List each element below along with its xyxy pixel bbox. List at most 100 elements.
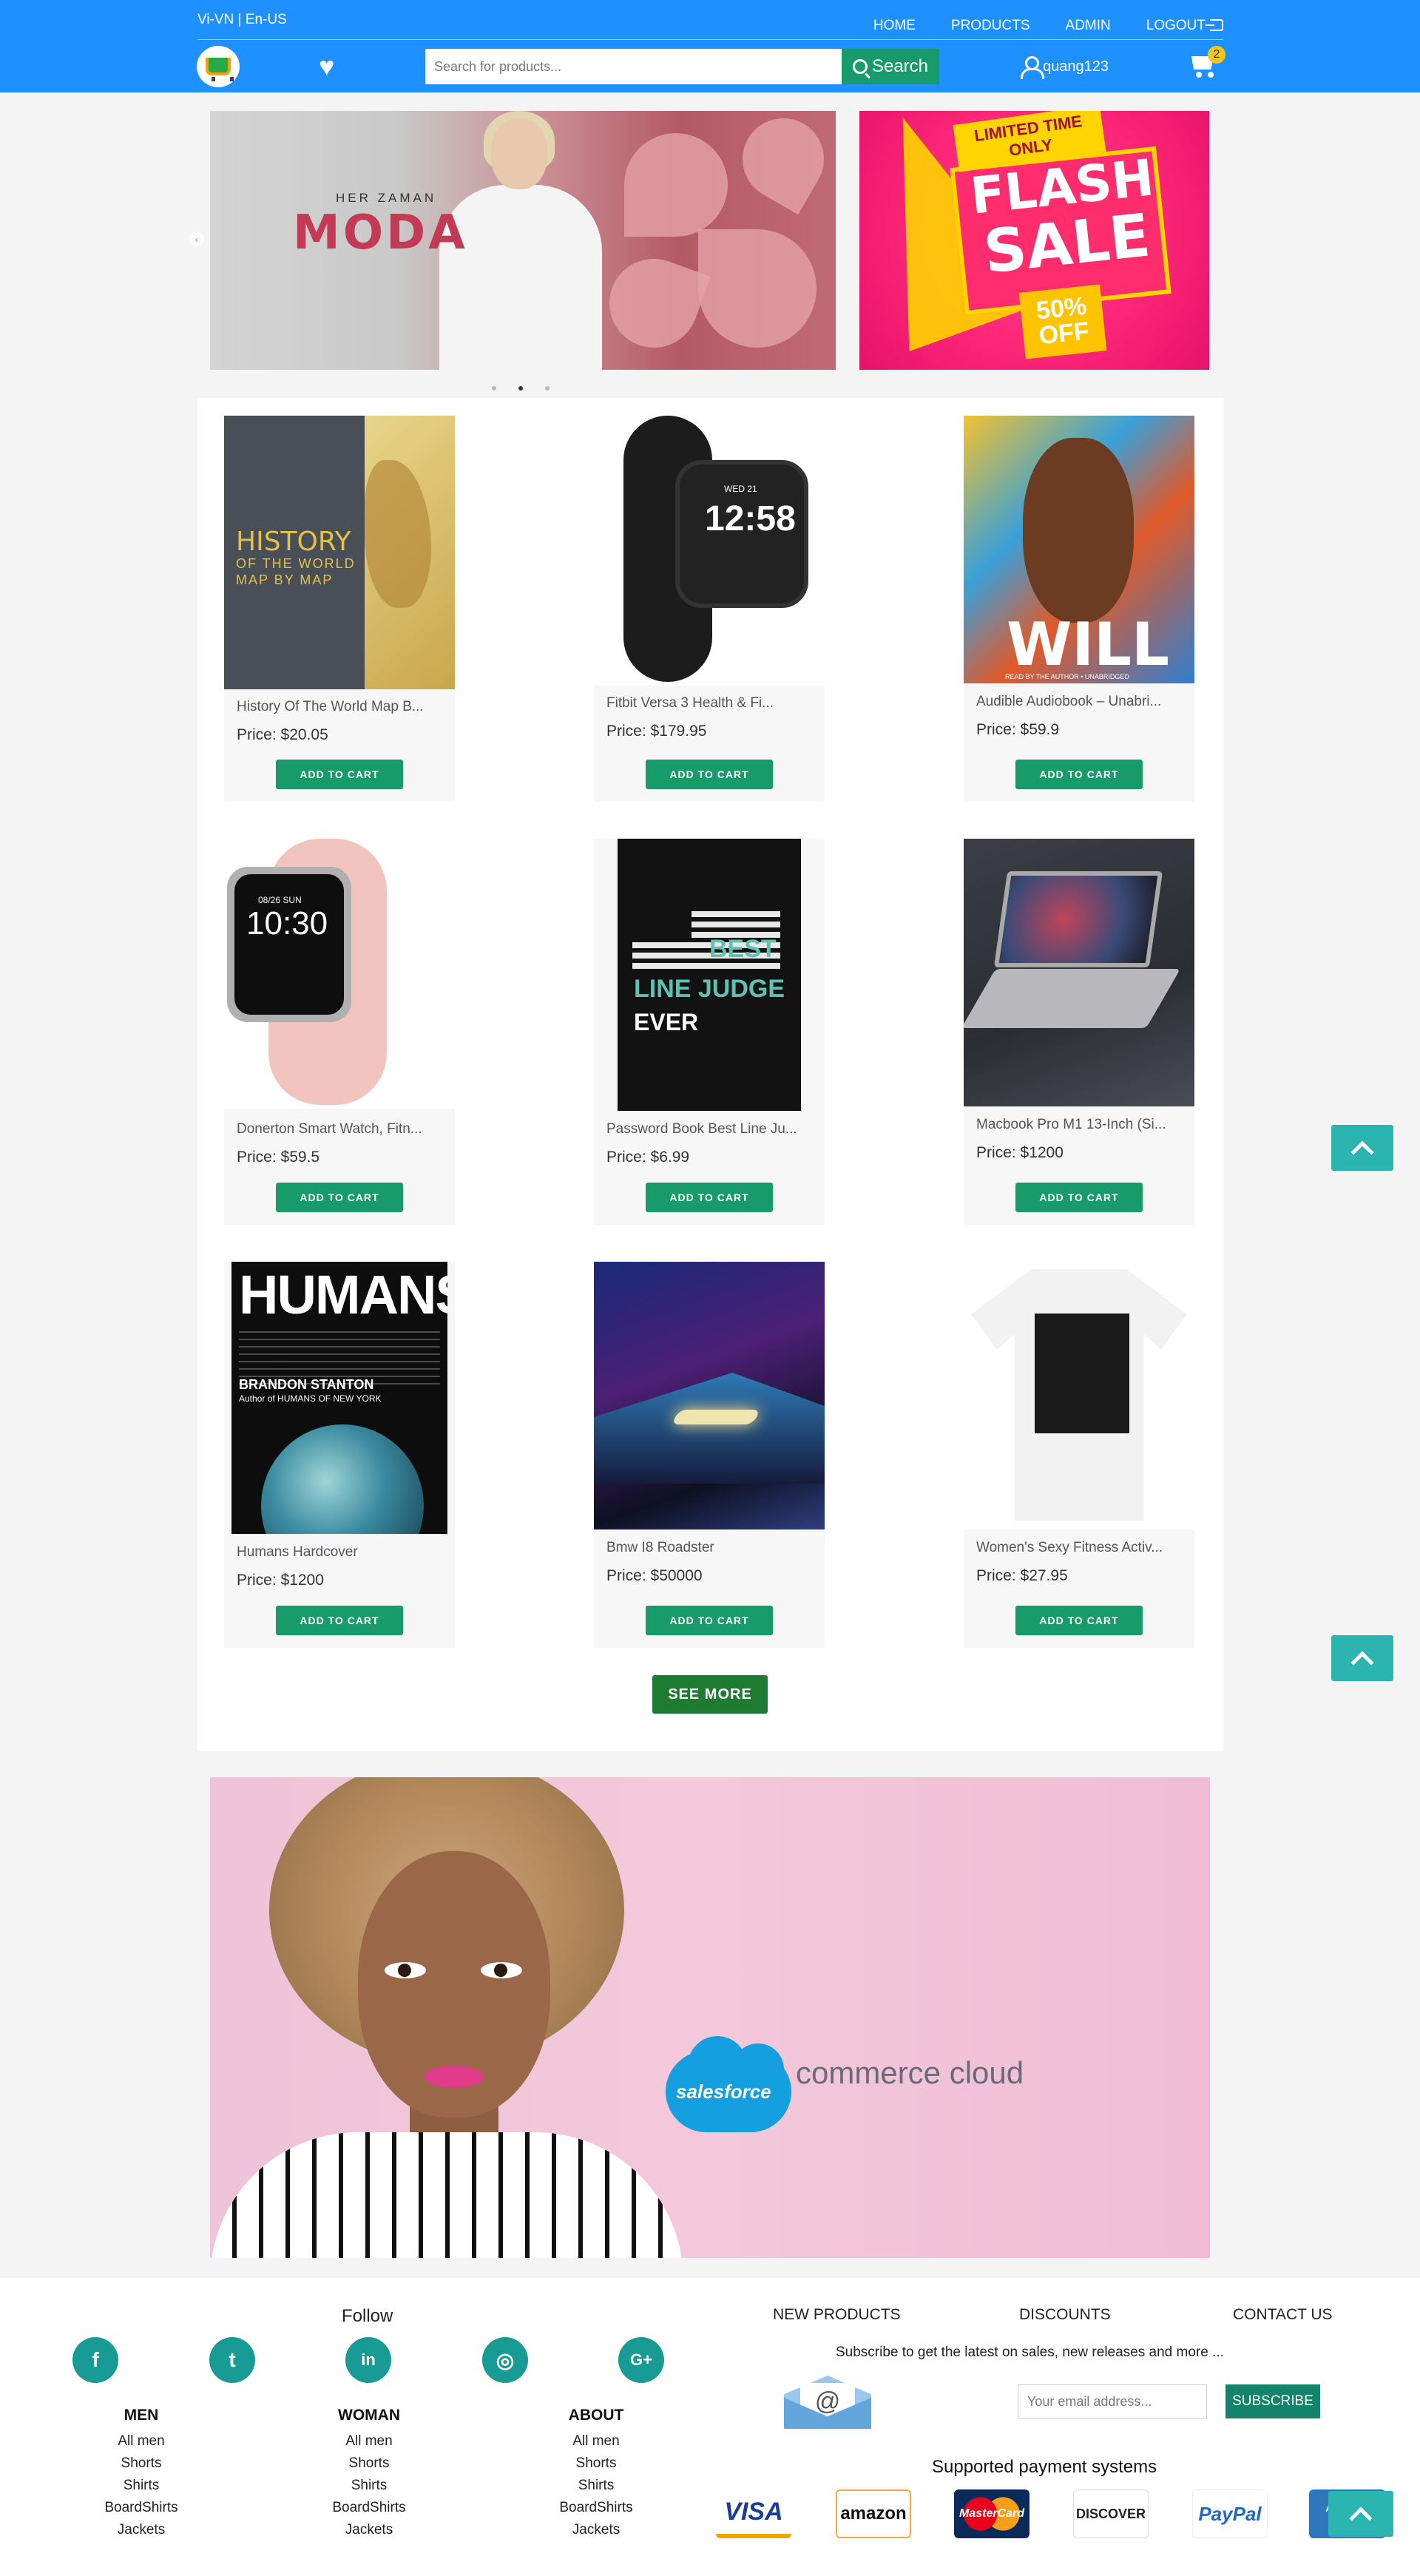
cart-button[interactable]: 2 <box>1189 46 1225 78</box>
add-to-cart-button[interactable]: ADD TO CART <box>646 1183 773 1212</box>
book-subtitle: Author of HUMANS OF NEW YORK <box>239 1393 382 1404</box>
product-image[interactable]: HUMANS BRANDON STANTON Author of HUMANS … <box>231 1262 447 1534</box>
scroll-to-top-button[interactable] <box>1331 1635 1393 1681</box>
product-image[interactable]: HISTORY OF THE WORLD MAP BY MAP <box>224 416 455 689</box>
search-button[interactable]: Search <box>842 49 939 84</box>
product-card[interactable]: 08/26 SUN 10:30 Donerton Smart Watch, Fi… <box>224 839 455 1225</box>
add-to-cart-button[interactable]: ADD TO CART <box>276 1606 403 1635</box>
add-to-cart-button[interactable]: ADD TO CART <box>1015 1183 1143 1212</box>
footer-col-woman: All men Shorts Shirts BoardShirts Jacket… <box>302 2430 436 2541</box>
footer-link[interactable]: All men <box>75 2430 208 2452</box>
watch-time: 12:58 <box>705 499 796 538</box>
slider-dot-active[interactable] <box>518 386 523 391</box>
product-image[interactable]: 08/26 SUN 10:30 <box>224 839 455 1109</box>
footer-link[interactable]: Shorts <box>530 2452 663 2475</box>
username: quang123 <box>1043 58 1109 75</box>
product-image[interactable]: WED 21 12:58 <box>594 416 825 686</box>
footer-nav-contact-us[interactable]: CONTACT US <box>1233 2306 1333 2324</box>
hero-banner[interactable]: HER ZAMAN MODA <box>210 111 836 370</box>
shopping-cart-logo[interactable] <box>197 46 240 87</box>
nav-logout[interactable]: LOGOUT <box>1146 18 1223 34</box>
product-card[interactable]: HUMANS BRANDON STANTON Author of HUMANS … <box>224 1262 455 1648</box>
add-to-cart-button[interactable]: ADD TO CART <box>276 760 403 789</box>
see-more-button[interactable]: SEE MORE <box>652 1675 768 1714</box>
product-card[interactable]: WILL READ BY THE AUTHOR • UNABRIDGED Aud… <box>964 416 1194 802</box>
product-image[interactable]: BEST LINE JUDGE EVER <box>618 839 801 1111</box>
product-image[interactable]: WILL READ BY THE AUTHOR • UNABRIDGED <box>964 416 1194 683</box>
salesforce-banner[interactable]: salesforce commerce cloud <box>210 1777 1210 2258</box>
footer-link[interactable]: Shirts <box>75 2475 208 2497</box>
heart-icon[interactable]: ♥ <box>319 53 334 80</box>
payments-heading: Supported payment systems <box>932 2457 1157 2477</box>
product-card[interactable]: BEST LINE JUDGE EVER Password Book Best … <box>594 839 825 1225</box>
footer-link[interactable]: All men <box>530 2430 663 2452</box>
add-to-cart-button[interactable]: ADD TO CART <box>1015 760 1143 789</box>
footer-link[interactable]: Jackets <box>75 2519 208 2541</box>
twitter-icon[interactable]: t <box>209 2337 255 2383</box>
product-name[interactable]: Audible Audiobook – Unabri... <box>976 694 1161 710</box>
product-name[interactable]: Bmw I8 Roadster <box>606 1540 714 1556</box>
subscribe-button[interactable]: SUBSCRIBE <box>1225 2384 1320 2418</box>
product-image[interactable] <box>964 839 1194 1106</box>
cover-text: BEST <box>709 935 777 963</box>
product-card[interactable]: Women's Sexy Fitness Activ... Price: $27… <box>964 1262 1194 1648</box>
add-to-cart-button[interactable]: ADD TO CART <box>646 1606 773 1635</box>
user-account[interactable]: quang123 <box>1021 56 1109 79</box>
footer-link[interactable]: Shirts <box>530 2475 663 2497</box>
slider-dots <box>492 386 550 391</box>
footer-link[interactable]: BoardShirts <box>530 2497 663 2519</box>
product-name[interactable]: Women's Sexy Fitness Activ... <box>976 1540 1163 1556</box>
cover-text: LINE JUDGE <box>634 975 785 1003</box>
product-name[interactable]: Humans Hardcover <box>237 1544 358 1561</box>
product-name[interactable]: Password Book Best Line Ju... <box>606 1121 797 1137</box>
product-name[interactable]: Macbook Pro M1 13-Inch (Si... <box>976 1117 1166 1133</box>
search-input[interactable] <box>425 49 842 84</box>
footer-col-about: All men Shorts Shirts BoardShirts Jacket… <box>530 2430 663 2541</box>
slider-prev-button[interactable]: ‹ <box>189 231 204 246</box>
add-to-cart-button[interactable]: ADD TO CART <box>1015 1606 1143 1635</box>
scroll-to-top-button[interactable] <box>1331 1125 1393 1171</box>
product-card[interactable]: HISTORY OF THE WORLD MAP BY MAP History … <box>224 416 455 802</box>
watch-date: 08/26 SUN <box>258 895 302 905</box>
slider-dot[interactable] <box>492 386 496 391</box>
product-name[interactable]: Donerton Smart Watch, Fitn... <box>237 1121 422 1137</box>
footer-link[interactable]: Jackets <box>530 2519 663 2541</box>
product-image[interactable] <box>594 1262 825 1529</box>
product-image[interactable] <box>964 1262 1194 1529</box>
footer-link[interactable]: BoardShirts <box>75 2497 208 2519</box>
footer-nav-discounts[interactable]: DISCOUNTS <box>1019 2306 1111 2324</box>
nav-home[interactable]: HOME <box>873 18 916 34</box>
footer-link[interactable]: Jackets <box>302 2519 436 2541</box>
nav-products[interactable]: PRODUCTS <box>951 18 1030 34</box>
product-name[interactable]: History Of The World Map B... <box>237 699 424 715</box>
footer-link[interactable]: Shirts <box>302 2475 436 2497</box>
cart-count-badge: 2 <box>1208 46 1225 64</box>
product-card[interactable]: WED 21 12:58 Fitbit Versa 3 Health & Fi.… <box>594 416 825 802</box>
nav-admin[interactable]: ADMIN <box>1066 18 1111 34</box>
facebook-icon[interactable]: f <box>72 2337 118 2383</box>
add-to-cart-button[interactable]: ADD TO CART <box>276 1183 403 1212</box>
footer-link[interactable]: BoardShirts <box>302 2497 436 2519</box>
product-grid: HISTORY OF THE WORLD MAP BY MAP History … <box>197 398 1223 1751</box>
google-plus-icon[interactable]: G+ <box>618 2337 664 2383</box>
footer-link[interactable]: Shorts <box>302 2452 436 2475</box>
product-card[interactable]: Bmw I8 Roadster Price: $50000 ADD TO CAR… <box>594 1262 825 1648</box>
product-card[interactable]: Macbook Pro M1 13-Inch (Si... Price: $12… <box>964 839 1194 1225</box>
product-price: Price: $179.95 <box>606 723 707 740</box>
product-price: Price: $1200 <box>237 1572 324 1589</box>
scroll-to-top-button[interactable] <box>1328 2491 1393 2537</box>
footer-nav-new-products[interactable]: NEW PRODUCTS <box>773 2306 901 2324</box>
language-switcher[interactable]: Vi-VN | En-US <box>197 12 287 28</box>
product-price: Price: $1200 <box>976 1144 1064 1161</box>
footer-col-woman-title: WOMAN <box>338 2407 400 2424</box>
product-name[interactable]: Fitbit Versa 3 Health & Fi... <box>606 695 774 711</box>
hero-eyebrow: HER ZAMAN <box>336 191 437 205</box>
footer-link[interactable]: All men <box>302 2430 436 2452</box>
linkedin-icon[interactable]: in <box>345 2337 391 2383</box>
flash-sale-banner[interactable]: LIMITED TIME ONLY FLASH SALE 50% OFF <box>859 111 1209 370</box>
slider-dot[interactable] <box>545 386 550 391</box>
footer-link[interactable]: Shorts <box>75 2452 208 2475</box>
add-to-cart-button[interactable]: ADD TO CART <box>646 760 773 789</box>
email-field[interactable] <box>1018 2384 1207 2418</box>
instagram-icon[interactable]: ◎ <box>482 2337 528 2383</box>
